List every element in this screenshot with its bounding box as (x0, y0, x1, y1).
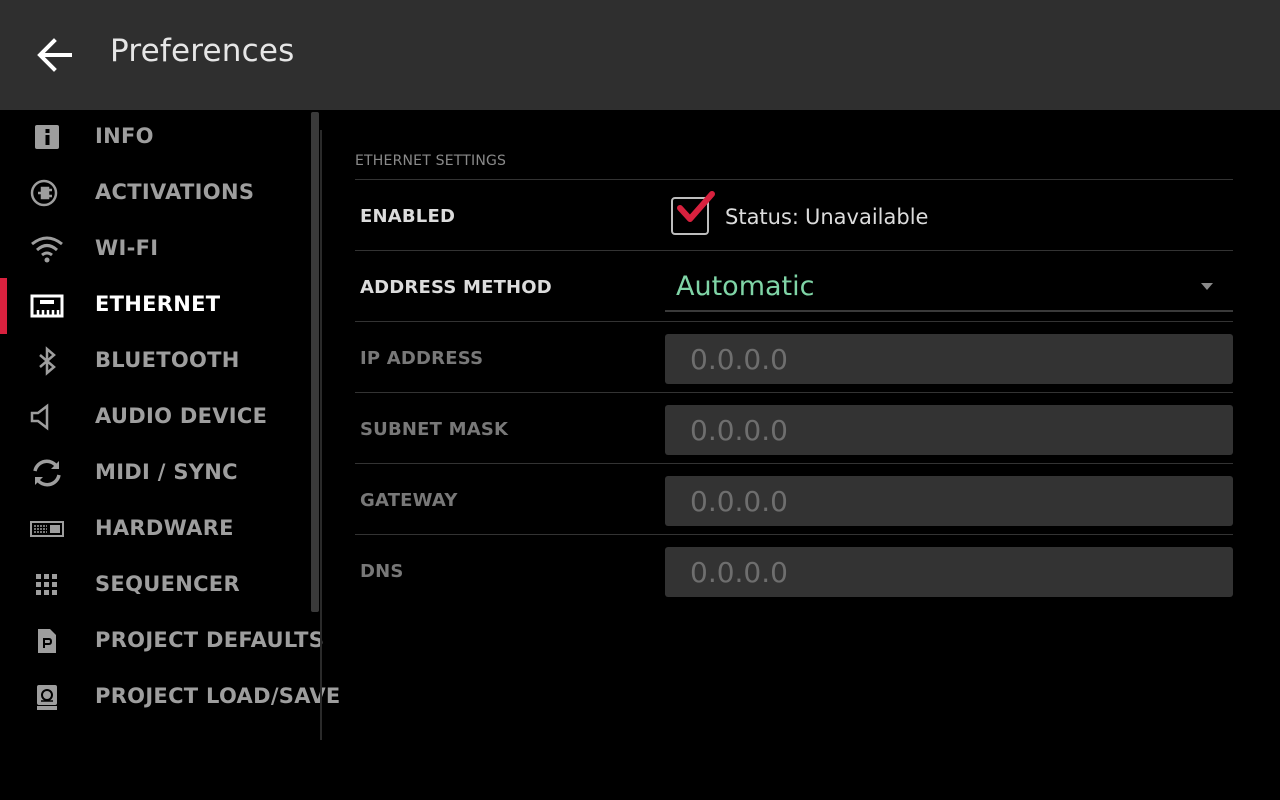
ip-address-field[interactable]: 0.0.0.0 (665, 334, 1233, 384)
address-method-dropdown[interactable]: Automatic (665, 263, 1233, 312)
info-icon (28, 122, 66, 152)
sidebar-divider (320, 130, 322, 740)
sidebar-item-wifi[interactable]: WI-FI (0, 222, 310, 278)
field-value: 0.0.0.0 (690, 485, 788, 518)
back-button[interactable] (30, 30, 80, 80)
address-method-label: ADDRESS METHOD (360, 277, 552, 298)
grid-icon (28, 570, 66, 600)
sidebar-item-project-defaults[interactable]: PROJECT DEFAULTS (0, 614, 324, 670)
bluetooth-icon (28, 346, 66, 376)
sidebar-item-label: MIDI / SYNC (95, 460, 238, 484)
divider (355, 534, 1233, 535)
sidebar-item-midi-sync[interactable]: MIDI / SYNC (0, 446, 310, 502)
divider (355, 321, 1233, 322)
page-title: Preferences (110, 33, 295, 69)
dns-label: DNS (360, 561, 404, 582)
sidebar-item-label: WI-FI (95, 236, 159, 260)
sidebar-item-label: INFO (95, 124, 154, 148)
sidebar-item-project-load-save[interactable]: PROJECT LOAD/SAVE (0, 670, 340, 726)
arrow-left-icon (37, 38, 72, 72)
sidebar-item-label: ACTIVATIONS (95, 180, 255, 204)
sidebar-item-label: AUDIO DEVICE (95, 404, 268, 428)
sidebar-item-label: HARDWARE (95, 516, 234, 540)
field-value: 0.0.0.0 (690, 343, 788, 376)
gateway-label: GATEWAY (360, 490, 458, 511)
enabled-label: ENABLED (360, 206, 456, 227)
enabled-checkbox[interactable] (671, 197, 709, 235)
sidebar-item-ethernet[interactable]: ETHERNET (0, 278, 310, 334)
sidebar-item-info[interactable]: INFO (0, 110, 310, 166)
save-drive-icon (28, 682, 66, 712)
wifi-icon (28, 234, 66, 264)
sidebar-item-label: PROJECT LOAD/SAVE (95, 684, 341, 708)
sidebar-item-audio-device[interactable]: AUDIO DEVICE (0, 390, 310, 446)
field-value: 0.0.0.0 (690, 556, 788, 589)
sidebar-item-sequencer[interactable]: SEQUENCER (0, 558, 310, 614)
hardware-icon (28, 514, 66, 544)
ethernet-icon (28, 290, 66, 320)
dns-field[interactable]: 0.0.0.0 (665, 547, 1233, 597)
gateway-field[interactable]: 0.0.0.0 (665, 476, 1233, 526)
sidebar-item-label: BLUETOOTH (95, 348, 240, 372)
status-value: Unavailable (805, 205, 929, 229)
sidebar-item-label: PROJECT DEFAULTS (95, 628, 325, 652)
sidebar-item-bluetooth[interactable]: BLUETOOTH (0, 334, 310, 390)
header-bar: Preferences (0, 0, 1280, 110)
divider (355, 392, 1233, 393)
sidebar-scrollbar[interactable] (311, 112, 319, 612)
divider (355, 463, 1233, 464)
subnet-mask-label: SUBNET MASK (360, 419, 509, 440)
dropdown-value: Automatic (676, 271, 815, 302)
sidebar-item-hardware[interactable]: HARDWARE (0, 502, 310, 558)
chevron-down-icon (1201, 283, 1213, 290)
sidebar: INFO ACTIVATIONS WI-FI ETHERNET BLUETOOT… (0, 110, 340, 740)
speaker-icon (28, 402, 66, 432)
sidebar-item-label: ETHERNET (95, 292, 221, 316)
document-icon (28, 626, 66, 656)
active-indicator (0, 278, 7, 334)
sync-icon (28, 458, 66, 488)
field-value: 0.0.0.0 (690, 414, 788, 447)
divider (355, 250, 1233, 251)
divider (355, 179, 1233, 180)
section-title: ETHERNET SETTINGS (355, 153, 507, 169)
sidebar-item-activations[interactable]: ACTIVATIONS (0, 166, 310, 222)
ip-address-label: IP ADDRESS (360, 348, 484, 369)
subnet-mask-field[interactable]: 0.0.0.0 (665, 405, 1233, 455)
plug-icon (28, 178, 66, 208)
sidebar-item-label: SEQUENCER (95, 572, 240, 596)
status-label: Status: (725, 205, 799, 229)
